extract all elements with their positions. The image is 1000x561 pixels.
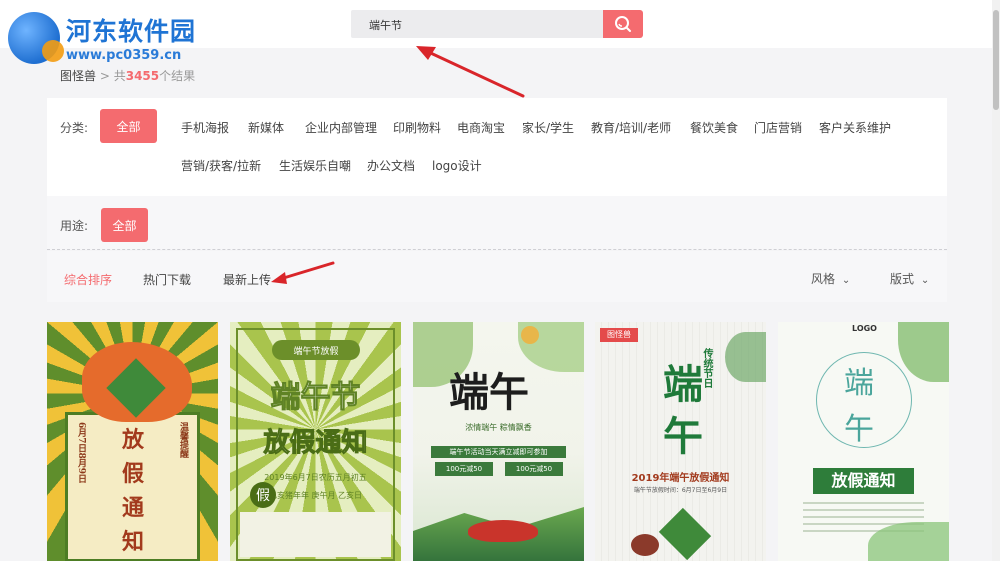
- annotation-arrow: [416, 46, 525, 98]
- category-item[interactable]: logo设计: [432, 157, 482, 174]
- category-item[interactable]: 客户关系维护: [819, 119, 891, 136]
- sort-bar: 综合排序 热门下载 最新上传 风格 ⌄ 版式 ⌄: [47, 251, 947, 302]
- poster-notice-body: [240, 512, 391, 557]
- bamboo-leaves: [725, 332, 766, 382]
- category-item[interactable]: 家长/学生: [522, 119, 574, 136]
- poster-title-column: 放 假 通 知: [117, 422, 149, 556]
- template-card[interactable]: 端午节放假 端午节 放假通知 2019年6月7日农历五月初五 己亥猪年年 庚午月…: [230, 322, 401, 561]
- logo-title: 河东软件园: [66, 17, 197, 46]
- category-item[interactable]: 手机海报: [181, 119, 229, 136]
- usage-label: 用途:: [60, 219, 89, 233]
- style-dropdown[interactable]: 风格 ⌄: [811, 270, 850, 287]
- scrollbar-thumb[interactable]: [993, 10, 999, 110]
- category-filter-panel: 分类: 全部 手机海报 新媒体 企业内部管理 印刷物料 电商淘宝 家长/学生 教…: [47, 98, 947, 196]
- poster-subtitle: 放假通知: [263, 428, 368, 459]
- search-input[interactable]: 端午节: [351, 10, 603, 38]
- category-item[interactable]: 教育/培训/老师: [591, 119, 671, 136]
- sort-option[interactable]: 最新上传: [223, 271, 271, 288]
- breadcrumb-home[interactable]: 图怪兽: [60, 69, 96, 83]
- poster-detail: 端午节放假时间：6月7日至6月9日: [633, 487, 728, 494]
- category-item[interactable]: 电商淘宝: [457, 119, 505, 136]
- style-dropdown-label: 风格: [811, 272, 836, 286]
- logo-url: www.pc0359.cn: [66, 48, 182, 63]
- zongzi-illustration: [658, 507, 712, 561]
- poster-badge: 假: [250, 482, 276, 508]
- poster-title: 端: [663, 361, 703, 408]
- poster-title: 午: [663, 413, 703, 460]
- poster-char: 放: [121, 427, 144, 453]
- poster-tagline: 浓情端午 粽情飘香: [465, 423, 532, 432]
- category-item[interactable]: 印刷物料: [393, 119, 441, 136]
- category-item[interactable]: 营销/获客/拉新: [181, 157, 261, 174]
- sun-decoration: [521, 326, 539, 344]
- poster-char: 通: [121, 495, 144, 521]
- poster-header-tag: 端午节放假: [272, 340, 360, 360]
- poster-title: 端午节: [270, 380, 361, 416]
- category-item[interactable]: 办公文档: [367, 157, 415, 174]
- poster-side-text: 6月7日8月9日: [76, 422, 86, 484]
- poster-promo-bar: 端午节活动当天满立减即可参加: [431, 446, 566, 458]
- poster-title: 午: [844, 412, 874, 447]
- breadcrumb-separator: >: [96, 69, 114, 83]
- format-dropdown[interactable]: 版式 ⌄: [890, 270, 929, 287]
- poster-title: 端: [844, 366, 874, 401]
- site-logo[interactable]: 河东软件园 www.pc0359.cn: [4, 8, 214, 68]
- template-card[interactable]: 图怪兽 端 午 传统节日 2019年端午放假通知 端午节放假时间：6月7日至6月…: [595, 322, 766, 561]
- poster-logo: LOGO: [852, 324, 877, 333]
- search-button[interactable]: [603, 10, 643, 38]
- poster-header-text: 端午节放假: [293, 346, 339, 357]
- template-card[interactable]: 放 假 通 知 6月7日8月9日 温馨提醒: [47, 322, 218, 561]
- search-icon: [615, 16, 631, 32]
- coupon-tag: 100元减50: [435, 462, 493, 476]
- poster-char: 知: [121, 529, 144, 555]
- result-count: 3455: [125, 69, 160, 83]
- result-suffix: 个结果: [159, 69, 196, 83]
- poster-date: 2019年端午放假通知: [631, 473, 730, 484]
- usage-all-button[interactable]: 全部: [101, 208, 148, 242]
- bamboo-leaves: [898, 322, 949, 382]
- category-label: 分类:: [60, 121, 89, 135]
- breadcrumb: 图怪兽 > 共3455个结果: [60, 67, 195, 84]
- tea-cup-illustration: [631, 534, 659, 556]
- poster-char: 假: [121, 461, 144, 487]
- category-item[interactable]: 门店营销: [754, 119, 802, 136]
- result-prefix: 共: [113, 69, 126, 83]
- format-dropdown-label: 版式: [890, 272, 915, 286]
- chevron-down-icon: ⌄: [841, 275, 851, 286]
- category-item[interactable]: 餐饮美食: [690, 119, 738, 136]
- search-query: 端午节: [369, 19, 402, 32]
- category-all-button[interactable]: 全部: [100, 109, 157, 143]
- category-item[interactable]: 新媒体: [248, 119, 284, 136]
- template-card[interactable]: 端午 浓情端午 粽情飘香 端午节活动当天满立减即可参加 100元减50 100元…: [413, 322, 584, 561]
- sort-option[interactable]: 热门下载: [143, 271, 191, 288]
- poster-side-text: 传统节日: [701, 348, 712, 388]
- template-card[interactable]: LOGO 端 午 放假通知: [778, 322, 949, 561]
- coupon-tag: 100元减50: [505, 462, 563, 476]
- poster-title: 端午: [449, 369, 529, 416]
- page-scrollbar[interactable]: [992, 0, 1000, 561]
- poster-title-wrap: 端午节: [230, 372, 401, 416]
- usage-filter-panel: 用途: 全部: [47, 196, 947, 250]
- poster-subtitle-wrap: 放假通知: [230, 422, 401, 459]
- logo-emblem: [8, 12, 64, 64]
- category-item[interactable]: 企业内部管理: [305, 119, 377, 136]
- dragon-boat-illustration: [468, 520, 538, 542]
- chevron-down-icon: ⌄: [920, 275, 930, 286]
- sort-option[interactable]: 综合排序: [64, 271, 112, 288]
- category-item[interactable]: 生活娱乐自嘲: [279, 157, 351, 174]
- poster-banner: 放假通知: [813, 468, 914, 494]
- poster-side-text: 温馨提醒: [178, 422, 188, 458]
- poster-logo: 图怪兽: [600, 328, 638, 342]
